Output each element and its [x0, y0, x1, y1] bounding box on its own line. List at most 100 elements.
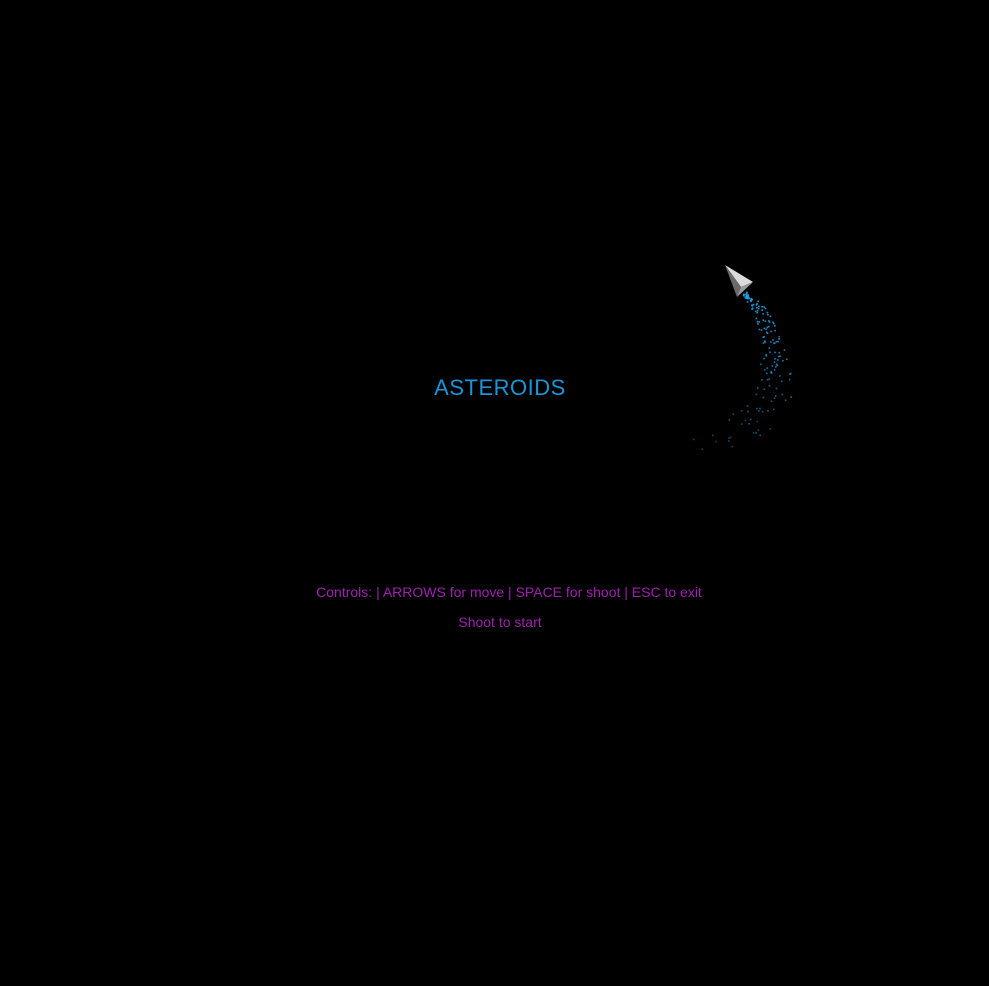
exhaust-particle [764, 307, 767, 310]
exhaust-particle [772, 339, 774, 341]
exhaust-particle [773, 408, 775, 411]
exhaust-particle [758, 328, 761, 331]
exhaust-particle [774, 351, 776, 354]
exhaust-particle [773, 369, 776, 371]
exhaust-particle [766, 311, 769, 314]
exhaust-particle [769, 315, 772, 317]
exhaust-particle [784, 399, 787, 402]
exhaust-particle [731, 445, 733, 448]
exhaust-particle [768, 319, 770, 322]
exhaust-particle [728, 440, 730, 442]
exhaust-particle [748, 423, 750, 425]
exhaust-particle [762, 313, 764, 315]
exhaust-particle [760, 363, 762, 366]
exhaust-particle [712, 434, 714, 437]
exhaust-particle [756, 311, 758, 314]
exhaust-particle [767, 410, 769, 412]
exhaust-particle [766, 378, 769, 381]
exhaust-particle [756, 307, 758, 309]
exhaust-particle [757, 307, 760, 310]
exhaust-particle [767, 325, 770, 328]
exhaust-particle [747, 295, 750, 298]
exhaust-particle [758, 321, 761, 323]
exhaust-particle [728, 419, 731, 421]
exhaust-particle [755, 432, 757, 434]
exhaust-particle [763, 306, 765, 308]
exhaust-particle [757, 387, 759, 389]
exhaust-particle [750, 298, 753, 300]
exhaust-particle [746, 291, 748, 294]
exhaust-particle [758, 305, 760, 308]
exhaust-particle [747, 410, 749, 413]
exhaust-particle [749, 418, 752, 421]
exhaust-particle [773, 397, 776, 399]
exhaust-particle [768, 385, 771, 387]
exhaust-particle [788, 378, 791, 381]
exhaust-particle [780, 380, 783, 383]
exhaust-particle [782, 359, 784, 362]
exhaust-particle [769, 351, 771, 354]
exhaust-particle [746, 297, 749, 299]
exhaust-particle [746, 301, 749, 303]
exhaust-particle [755, 317, 758, 320]
exhaust-particle [790, 372, 792, 375]
exhaust-particle [770, 400, 773, 403]
exhaust-particle [762, 319, 765, 321]
exhaust-particle [762, 336, 765, 338]
exhaust-particle [755, 393, 758, 396]
exhaust-particle [768, 378, 771, 380]
exhaust-particle [740, 423, 743, 425]
exhaust-particle [759, 407, 761, 410]
exhaust-particle [761, 306, 763, 308]
exhaust-particle [770, 371, 772, 374]
exhaust-particle [750, 300, 752, 303]
exhaust-particle [774, 358, 776, 360]
exhaust-particle [768, 347, 771, 349]
exhaust-particle [756, 407, 758, 410]
exhaust-particle [769, 428, 771, 430]
exhaust-particle [730, 436, 732, 439]
exhaust-particle [778, 338, 780, 340]
exhaust-particle [766, 372, 768, 375]
exhaust-particles [692, 291, 792, 451]
exhaust-particle [776, 359, 779, 361]
game-screen[interactable]: ASTEROIDS Controls: | ARROWS for move | … [0, 0, 989, 986]
exhaust-particle [786, 358, 788, 361]
exhaust-particle [761, 309, 763, 311]
exhaust-particle [766, 326, 768, 329]
exhaust-particle [760, 329, 763, 331]
exhaust-particle [701, 448, 703, 451]
exhaust-particle [764, 341, 766, 344]
exhaust-particle [774, 325, 776, 327]
exhaust-particle [779, 375, 781, 377]
exhaust-particle [777, 340, 779, 343]
exhaust-particle [757, 323, 759, 325]
spaceship-icon [725, 265, 753, 297]
exhaust-particle [768, 321, 771, 323]
exhaust-particle [740, 409, 743, 412]
exhaust-particle [767, 313, 769, 316]
exhaust-particle [774, 329, 776, 332]
exhaust-particle [757, 300, 760, 303]
exhaust-particle [775, 387, 778, 390]
exhaust-particle [756, 303, 758, 305]
exhaust-particle [715, 440, 717, 443]
exhaust-particle [766, 332, 769, 334]
exhaust-particle [758, 410, 760, 412]
exhaust-particle [756, 420, 759, 423]
exhaust-particle [774, 395, 777, 397]
exhaust-particle [764, 320, 767, 322]
exhaust-particle [766, 367, 768, 369]
exhaust-particle [770, 341, 772, 343]
exhaust-particle [763, 357, 765, 360]
exhaust-particle [762, 342, 765, 344]
exhaust-particle [754, 310, 757, 313]
exhaust-particle [783, 349, 786, 351]
exhaust-particle [771, 365, 774, 367]
exhaust-particle [773, 342, 775, 345]
exhaust-particle [756, 321, 759, 323]
exhaust-particle [776, 364, 779, 367]
exhaust-particle [746, 405, 749, 407]
exhaust-particle [763, 369, 766, 371]
exhaust-particle [757, 429, 760, 431]
